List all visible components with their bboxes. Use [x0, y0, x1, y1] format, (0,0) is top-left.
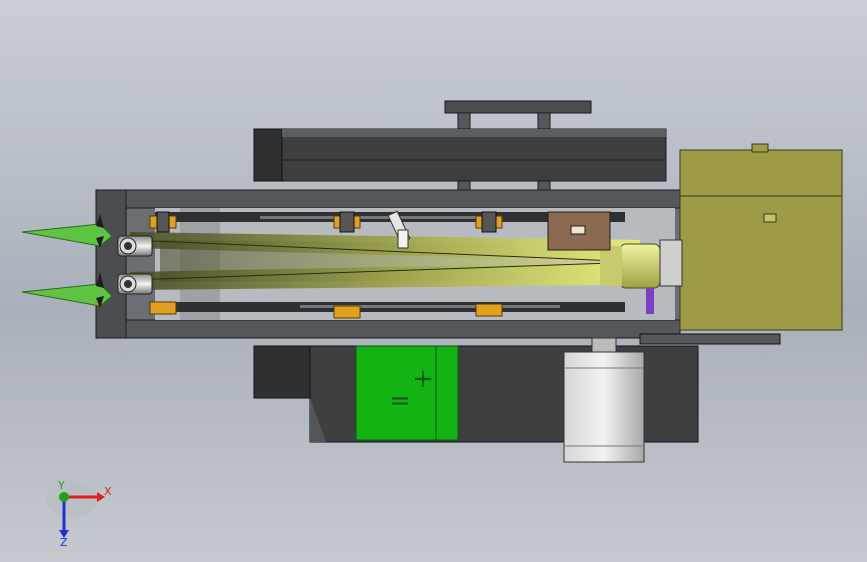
battery-minus-symbol: = [389, 386, 411, 416]
cad-viewport[interactable]: + = X Y Z [0, 0, 867, 562]
lower-frame-block[interactable] [253, 333, 781, 443]
inner-rail-bottom [155, 302, 625, 312]
cutter-blade-bottom[interactable] [21, 272, 113, 308]
stepper-motor[interactable] [563, 337, 645, 463]
triad-label-x: X [104, 485, 112, 498]
battery-plus-symbol: + [412, 364, 434, 394]
motor-housing[interactable] [659, 143, 843, 331]
triad-label-y: Y [57, 479, 65, 492]
gearbox[interactable] [547, 211, 611, 251]
drive-drum[interactable] [600, 243, 661, 289]
upper-frame-block[interactable] [253, 128, 667, 182]
battery-pack[interactable]: + = [355, 345, 459, 441]
cutter-blade-top[interactable] [21, 214, 113, 248]
bearing-block-bottom-right[interactable] [475, 303, 503, 317]
bearing-block-bottom-left[interactable] [149, 301, 177, 315]
purple-shaft-bar [646, 288, 654, 314]
triad-y-axis [59, 492, 69, 502]
triad-label-z: Z [60, 536, 68, 549]
front-roller-bottom[interactable] [117, 273, 153, 295]
bearing-block-bottom-mid[interactable] [333, 305, 361, 319]
coordinate-triad: X Y Z [46, 479, 112, 549]
front-roller-top[interactable] [117, 235, 153, 257]
